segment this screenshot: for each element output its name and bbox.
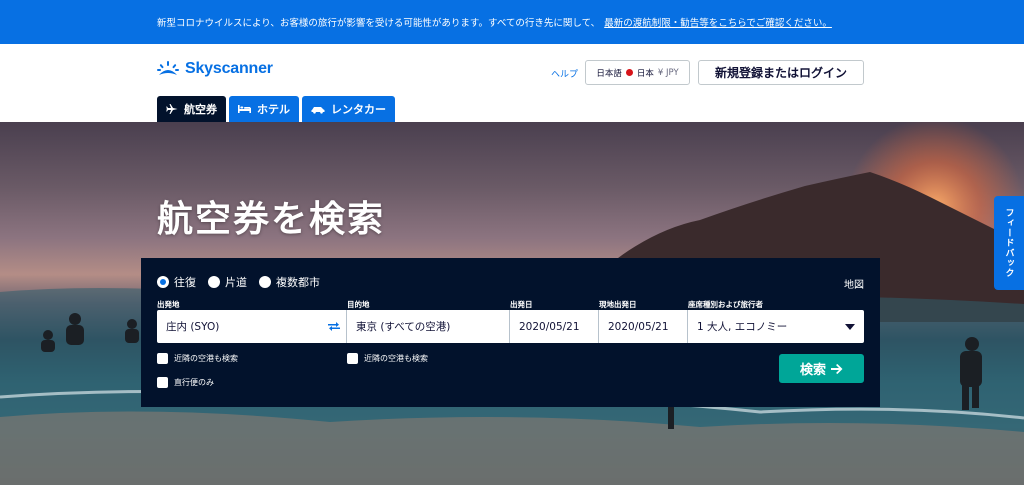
chevron-down-icon <box>845 324 855 330</box>
trip-multicity-label: 複数都市 <box>276 276 320 289</box>
currency-label: ¥ JPY <box>657 67 679 78</box>
from-input[interactable]: 庄内 (SYO) <box>157 310 347 343</box>
page-title: 航空券を検索 <box>157 199 386 240</box>
tab-car-hire-label: レンタカー <box>331 103 386 116</box>
country-label: 日本 <box>636 68 654 79</box>
locale-button[interactable]: 日本語 日本 ¥ JPY <box>585 60 690 85</box>
from-value: 庄内 (SYO) <box>166 321 220 333</box>
tab-hotels-label: ホテル <box>257 103 290 116</box>
label-to: 目的地 <box>347 300 370 309</box>
radio-icon <box>208 276 220 288</box>
search-button-label: 検索 <box>799 363 826 378</box>
car-icon <box>311 106 325 114</box>
trip-oneway[interactable]: 片道 <box>208 274 247 290</box>
logo-text: Skyscanner <box>185 60 273 77</box>
checkbox-icon <box>347 353 358 364</box>
trip-round[interactable]: 往復 <box>157 274 196 290</box>
tab-flights[interactable]: 航空券 <box>157 96 226 122</box>
depart-value: 2020/05/21 <box>519 320 580 333</box>
label-return: 現地出発日 <box>599 300 637 309</box>
trip-type-options: 往復 片道 複数都市 <box>157 274 320 290</box>
sunrise-logo-icon <box>157 61 179 75</box>
flight-search-panel: 往復 片道 複数都市 地図 出発地 目的地 出発日 現地出発日 座席種別および旅… <box>141 258 880 407</box>
logo[interactable]: Skyscanner <box>157 60 273 78</box>
plane-icon <box>166 104 178 114</box>
product-tabs: 航空券 ホテル レンタカー <box>157 96 395 122</box>
nearby-to-checkbox[interactable]: 近隣の空港も検索 <box>347 353 428 364</box>
bed-icon <box>238 105 251 113</box>
checkbox-icon <box>157 353 168 364</box>
to-input[interactable]: 東京 (すべての空港) <box>347 310 510 343</box>
banner-link[interactable]: 最新の渡航制限・勧告等をこちらでご確認ください。 <box>604 15 832 29</box>
return-date-input[interactable]: 2020/05/21 <box>599 310 688 343</box>
tab-hotels[interactable]: ホテル <box>229 96 299 122</box>
nearby-from-checkbox[interactable]: 近隣の空港も検索 <box>157 353 238 364</box>
header: Skyscanner ヘルプ 日本語 日本 ¥ JPY 新規登録またはログイン … <box>0 44 1024 122</box>
trip-round-label: 往復 <box>174 276 196 289</box>
search-button[interactable]: 検索 <box>779 354 864 383</box>
radio-icon <box>259 276 271 288</box>
trip-multicity[interactable]: 複数都市 <box>259 274 320 290</box>
to-value: 東京 (すべての空港) <box>356 321 451 333</box>
map-link[interactable]: 地図 <box>844 276 864 291</box>
label-depart: 出発日 <box>510 300 533 309</box>
nearby-to-label: 近隣の空港も検索 <box>364 354 428 363</box>
trip-oneway-label: 片道 <box>225 276 247 289</box>
direct-only-label: 直行便のみ <box>174 378 214 387</box>
nearby-from-label: 近隣の空港も検索 <box>174 354 238 363</box>
login-button[interactable]: 新規登録またはログイン <box>698 60 864 85</box>
label-from: 出発地 <box>157 300 180 309</box>
covid-banner: 新型コロナウイルスにより、お客様の旅行が影響を受ける可能性があります。すべての行… <box>0 0 1024 44</box>
banner-text: 新型コロナウイルスにより、お客様の旅行が影響を受ける可能性があります。すべての行… <box>157 18 601 29</box>
search-fields: 庄内 (SYO) 東京 (すべての空港) 2020/05/21 2020/05/… <box>157 310 864 343</box>
help-link[interactable]: ヘルプ <box>551 67 578 80</box>
cabin-value: 1 大人, エコノミー <box>697 321 788 333</box>
swap-icon[interactable] <box>328 321 340 332</box>
feedback-tab[interactable]: フィードバック <box>994 196 1024 290</box>
feedback-label: フィードバック <box>1003 208 1014 278</box>
label-cabin: 座席種別および旅行者 <box>688 300 763 309</box>
return-value: 2020/05/21 <box>608 320 669 333</box>
tab-flights-label: 航空券 <box>184 103 217 116</box>
arrow-right-icon <box>831 363 843 374</box>
language-label: 日本語 <box>596 68 622 79</box>
japan-flag-icon <box>625 69 633 76</box>
depart-date-input[interactable]: 2020/05/21 <box>510 310 599 343</box>
radio-selected-icon <box>157 276 169 288</box>
checkbox-icon <box>157 377 168 388</box>
cabin-travellers-select[interactable]: 1 大人, エコノミー <box>688 310 864 343</box>
tab-car-hire[interactable]: レンタカー <box>302 96 395 122</box>
direct-only-checkbox[interactable]: 直行便のみ <box>157 377 214 388</box>
